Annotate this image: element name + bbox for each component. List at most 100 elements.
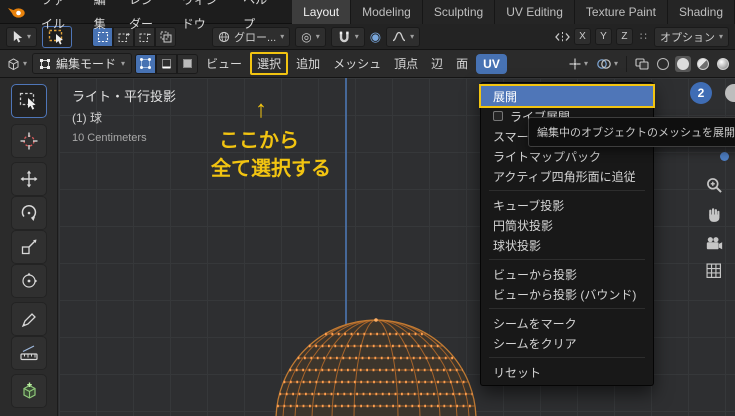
menu-select[interactable]: 選択 xyxy=(250,52,289,75)
menu-vertex[interactable]: 頂点 xyxy=(389,52,423,75)
menu-item-unwrap[interactable]: 展開 xyxy=(479,84,655,108)
annotation-text-line1: ここから xyxy=(219,130,299,152)
editor-type-button[interactable]: ▾ xyxy=(4,57,29,71)
xray-toggle-button[interactable] xyxy=(633,57,651,70)
menu-item-label: 展開 xyxy=(493,89,518,104)
magnet-icon xyxy=(339,31,349,42)
menu-item-mark-seam[interactable]: シームをマーク xyxy=(481,313,653,333)
shading-wireframe-button[interactable] xyxy=(655,57,671,70)
menu-mesh[interactable]: メッシュ xyxy=(328,52,386,75)
menu-add[interactable]: 追加 xyxy=(291,52,325,75)
camera-view-button[interactable] xyxy=(703,232,725,254)
edge-mode-icon xyxy=(162,59,172,69)
overlays-dropdown[interactable]: ▾ xyxy=(594,58,620,70)
menu-item-cube-projection[interactable]: キューブ投影 xyxy=(481,195,653,215)
menu-render[interactable]: レンダー xyxy=(120,0,173,36)
menu-item-clear-seam[interactable]: シームをクリア xyxy=(481,333,653,353)
rotate-tool-button[interactable] xyxy=(11,196,47,230)
menu-item-follow-active-quads[interactable]: アクティブ四角形面に追従 xyxy=(481,166,653,186)
menu-face[interactable]: 面 xyxy=(451,52,473,75)
blender-logo-icon[interactable] xyxy=(6,5,26,19)
viewport-overlay-text: ライト・平行投影 (1) 球 10 Centimeters xyxy=(72,86,176,144)
tab-uv-editing[interactable]: UV Editing xyxy=(495,0,575,24)
chevron-down-icon: ▾ xyxy=(23,58,28,68)
pan-button[interactable] xyxy=(703,204,725,226)
scale-icon xyxy=(21,239,37,255)
menu-item-sphere-projection[interactable]: 球状投影 xyxy=(481,235,653,255)
checkbox-icon xyxy=(493,111,503,121)
toggle-view-button[interactable] xyxy=(703,260,725,282)
pivot-point-dropdown[interactable]: ◎ ▾ xyxy=(295,26,326,47)
tab-texture-paint[interactable]: Texture Paint xyxy=(574,0,668,24)
move-tool-button[interactable] xyxy=(11,162,47,196)
mirror-x-button[interactable]: X xyxy=(573,28,591,45)
menu-item-label: シームをクリア xyxy=(493,336,577,351)
scale-tool-button[interactable] xyxy=(11,230,47,264)
annotate-tool-button[interactable] xyxy=(11,302,47,336)
menu-item-reset[interactable]: リセット xyxy=(481,362,653,382)
select-box-tool-button[interactable] xyxy=(11,84,47,118)
face-mode-icon xyxy=(183,59,193,68)
mirror-icon[interactable] xyxy=(555,31,570,43)
menu-item-cylinder-projection[interactable]: 円筒状投影 xyxy=(481,215,653,235)
tab-sculpting[interactable]: Sculpting xyxy=(422,0,496,24)
divider xyxy=(626,55,627,72)
menu-item-label: ビューから投影 xyxy=(493,267,578,282)
cursor-icon xyxy=(13,31,23,43)
correct-face-attributes-icon[interactable]: ∷ xyxy=(640,30,647,43)
mirror-z-button[interactable]: Z xyxy=(615,28,633,45)
menu-item-lightmap-pack[interactable]: ライトマップパック xyxy=(481,146,653,166)
menu-file[interactable]: ファイル xyxy=(32,0,85,36)
add-cube-tool-button[interactable] xyxy=(11,374,47,408)
tab-layout[interactable]: Layout xyxy=(292,0,352,24)
menu-item-project-from-view-bounds[interactable]: ビューから投影 (バウンド) xyxy=(481,284,653,304)
tab-shading[interactable]: Shading xyxy=(667,0,735,24)
edge-select-button[interactable] xyxy=(156,53,178,74)
tab-modeling[interactable]: Modeling xyxy=(351,0,423,24)
mode-dropdown[interactable]: 編集モード ▾ xyxy=(32,53,133,74)
shading-solid-button[interactable] xyxy=(675,55,691,72)
gizmo-icon xyxy=(569,58,581,69)
menu-edit[interactable]: 編集 xyxy=(85,0,120,36)
add-cube-icon xyxy=(22,382,36,399)
menu-item-project-from-view[interactable]: ビューから投影 xyxy=(481,264,653,284)
show-gizmo-dropdown[interactable]: ▾ xyxy=(566,57,590,71)
zoom-button[interactable] xyxy=(703,174,725,196)
menu-window[interactable]: ウィンドウ xyxy=(173,0,234,36)
menu-help[interactable]: ヘルプ xyxy=(234,0,278,36)
proportional-falloff-dropdown[interactable]: ▾ xyxy=(386,26,421,47)
cursor-tool-button[interactable] xyxy=(11,124,47,158)
shading-material-button[interactable] xyxy=(695,57,711,70)
viewport-header-right: ▾ ▾ xyxy=(566,55,731,72)
menu-edge[interactable]: 辺 xyxy=(426,52,448,75)
vertex-select-button[interactable] xyxy=(135,53,157,74)
sphere-mesh[interactable] xyxy=(270,316,482,416)
navigation-gizmo-ball[interactable] xyxy=(725,84,735,102)
menu-item-label: ビューから投影 (バウンド) xyxy=(493,287,637,302)
tooltip-text: 編集中のオブジェクトのメッシュを展開 xyxy=(537,127,735,139)
chevron-down-icon: ▾ xyxy=(280,31,285,41)
rotate-icon xyxy=(21,205,37,221)
menu-view[interactable]: ビュー xyxy=(201,52,247,75)
tooltip: 編集中のオブジェクトのメッシュを展開 xyxy=(528,117,735,147)
chevron-down-icon: ▾ xyxy=(27,31,32,41)
xray-icon xyxy=(635,57,649,70)
blender-window: ファイル 編集 レンダー ウィンドウ ヘルプ Layout Modeling S… xyxy=(0,0,735,416)
proportional-editing-icon[interactable]: ◉ xyxy=(370,30,381,43)
snap-dropdown[interactable]: ▾ xyxy=(330,26,365,47)
transform-tool-button[interactable] xyxy=(11,264,47,298)
chevron-down-icon: ▾ xyxy=(354,31,359,41)
measure-tool-button[interactable] xyxy=(11,336,47,370)
collection-badge[interactable]: 2 xyxy=(690,82,712,104)
axis-gizmo-dot[interactable] xyxy=(720,152,729,161)
options-dropdown[interactable]: オプション ▾ xyxy=(653,26,729,47)
edit-mode-icon xyxy=(40,58,51,69)
options-label: オプション xyxy=(659,31,715,44)
mirror-y-button[interactable]: Y xyxy=(594,28,612,45)
menu-uv[interactable]: UV xyxy=(476,53,507,74)
camera-icon xyxy=(706,236,723,249)
shading-rendered-button[interactable] xyxy=(715,57,731,70)
tool-options-cluster: X Y Z ∷ オプション ▾ xyxy=(555,26,729,47)
magnifier-zoom-icon xyxy=(706,177,722,193)
face-select-button[interactable] xyxy=(177,53,199,74)
